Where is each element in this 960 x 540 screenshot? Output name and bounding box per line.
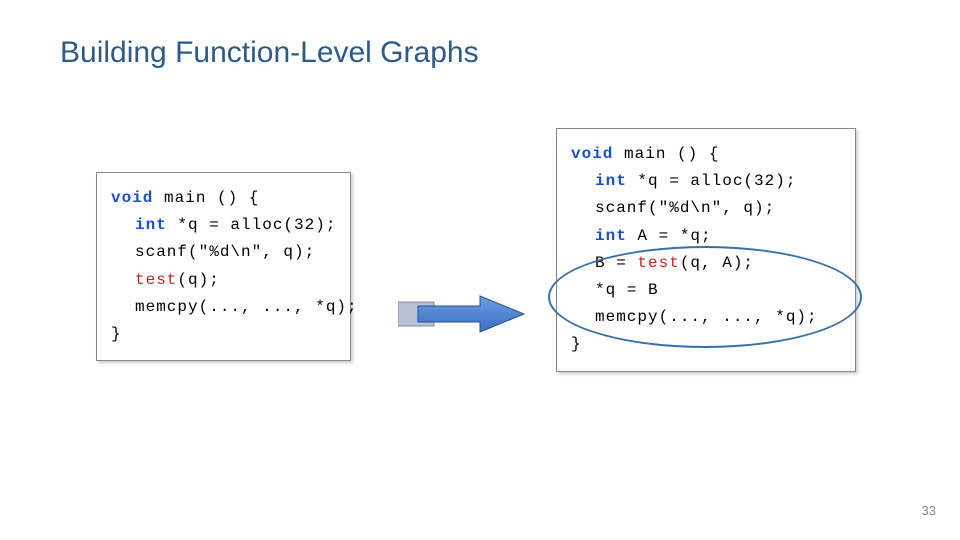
keyword-void: void: [571, 145, 613, 163]
call-test: test: [135, 271, 177, 289]
code-line: memcpy(..., ..., *q);: [111, 294, 336, 321]
code-text: main () {: [613, 145, 719, 163]
code-line: void main () {: [571, 141, 841, 168]
code-text: *q = alloc(32);: [627, 172, 797, 190]
keyword-int: int: [135, 216, 167, 234]
keyword-void: void: [111, 189, 153, 207]
code-line: scanf("%d\n", q);: [111, 239, 336, 266]
keyword-int: int: [595, 172, 627, 190]
slide-title: Building Function-Level Graphs: [60, 36, 479, 70]
code-line: test(q);: [111, 267, 336, 294]
code-text: A = *q;: [627, 227, 712, 245]
code-line: int *q = alloc(32);: [571, 168, 841, 195]
highlight-ellipse: [548, 246, 862, 348]
page-number: 33: [922, 503, 936, 518]
code-text: (q);: [177, 271, 219, 289]
code-text: *q = alloc(32);: [167, 216, 337, 234]
code-line: }: [111, 321, 336, 348]
keyword-int: int: [595, 227, 627, 245]
code-text: main () {: [153, 189, 259, 207]
code-line: int *q = alloc(32);: [111, 212, 336, 239]
code-line: scanf("%d\n", q);: [571, 195, 841, 222]
code-box-original: void main () { int *q = alloc(32); scanf…: [96, 172, 351, 361]
code-line: void main () {: [111, 185, 336, 212]
arrow-icon: [398, 294, 528, 334]
